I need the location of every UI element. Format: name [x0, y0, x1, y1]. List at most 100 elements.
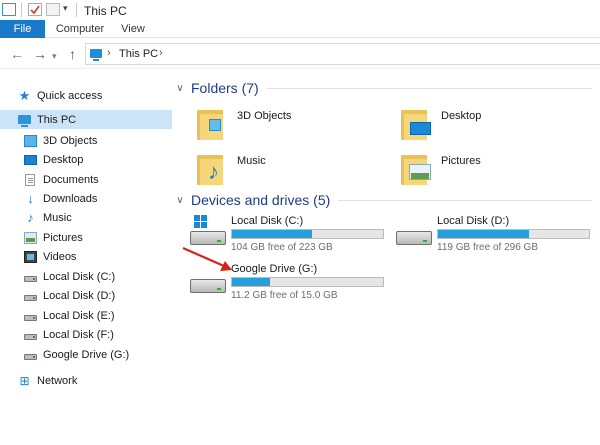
address-bar[interactable]: › This PC › — [85, 43, 600, 65]
sidebar-item-videos[interactable]: Videos — [24, 247, 76, 266]
music-icon: ♪ — [27, 209, 34, 225]
chevron-down-icon[interactable]: ∨ — [172, 83, 188, 94]
drives-group-header[interactable]: ∨ Devices and drives (5) — [172, 191, 592, 209]
group-divider — [338, 199, 592, 201]
drive-usage-fill — [438, 230, 529, 238]
this-pc-icon — [90, 49, 102, 61]
pc-icon — [18, 115, 31, 127]
sidebar-item-label: Documents — [43, 173, 99, 186]
sidebar-item-local-disk-e[interactable]: Local Disk (E:) — [24, 306, 115, 325]
sidebar-item-label: Local Disk (C:) — [43, 270, 116, 283]
folder-label: Music — [237, 155, 266, 167]
title-bar: ▾ This PC — [0, 0, 600, 20]
sidebar-item-this-pc[interactable]: This PC — [0, 110, 172, 129]
drive-name: Local Disk (C:) — [231, 215, 304, 227]
address-path: This PC — [119, 48, 159, 60]
folder-3d-objects-icon — [197, 106, 223, 140]
back-button[interactable]: ← — [10, 47, 24, 61]
sidebar-item-label: Local Disk (E:) — [43, 309, 115, 322]
sidebar-item-label: Music — [43, 211, 72, 224]
sidebar-item-local-disk-d[interactable]: Local Disk (D:) — [24, 286, 115, 305]
drive-icon — [24, 315, 37, 321]
sidebar-item-label: This PC — [37, 113, 77, 126]
download-icon: ↓ — [27, 190, 34, 206]
new-folder-icon[interactable] — [46, 3, 60, 16]
title-separator — [21, 3, 22, 17]
folder-pictures-icon — [401, 151, 431, 185]
sidebar-item-network[interactable]: ⊞ Network — [18, 371, 77, 390]
folder-label: 3D Objects — [237, 110, 292, 122]
forward-button[interactable]: → — [33, 47, 47, 61]
sidebar-item-label: Local Disk (D:) — [43, 289, 116, 302]
up-button[interactable]: ↑ — [69, 47, 76, 61]
content-pane: ∨ Folders (7) 3D Objects Desktop ♪ Music — [172, 70, 600, 445]
chevron-right-icon[interactable]: › — [159, 47, 163, 59]
sidebar-item-local-disk-f[interactable]: Local Disk (F:) — [24, 325, 114, 344]
window-title: This PC — [84, 4, 127, 18]
drive-usage-bar — [437, 229, 590, 239]
sidebar-item-desktop[interactable]: Desktop — [24, 150, 83, 169]
folders-group-header[interactable]: ∨ Folders (7) — [172, 79, 592, 97]
folder-tile-desktop[interactable]: Desktop — [401, 106, 600, 148]
sidebar-item-label: Desktop — [43, 153, 84, 166]
tab-computer[interactable]: Computer — [52, 20, 108, 38]
sidebar-item-label: Videos — [43, 250, 77, 263]
drive-icon — [24, 354, 37, 360]
sidebar-item-label: Local Disk (F:) — [43, 328, 114, 341]
sidebar-item-label: Downloads — [43, 192, 98, 205]
folder-music-icon: ♪ — [197, 151, 223, 185]
sidebar-item-local-disk-c[interactable]: Local Disk (C:) — [24, 267, 115, 286]
drive-usage-fill — [232, 278, 270, 286]
sidebar-item-quick-access[interactable]: ★ Quick access — [18, 86, 103, 105]
drive-name: Google Drive (G:) — [231, 263, 318, 275]
drives-group-title: Devices and drives (5) — [191, 192, 331, 208]
chevron-down-icon[interactable]: ∨ — [172, 195, 188, 206]
title-separator — [76, 3, 77, 17]
folder-label: Pictures — [441, 155, 481, 167]
sidebar-item-label: Google Drive (G:) — [43, 348, 130, 361]
customize-quick-access-icon[interactable]: ▾ — [63, 3, 68, 14]
sidebar-item-downloads[interactable]: ↓ Downloads — [24, 189, 97, 208]
drive-usage-bar — [231, 277, 384, 287]
ribbon-tabs: File Computer View — [0, 20, 600, 38]
drive-free-space: 119 GB free of 296 GB — [437, 242, 538, 253]
properties-check-icon[interactable] — [28, 3, 42, 16]
sidebar-item-label: Pictures — [43, 231, 83, 244]
drive-icon — [24, 276, 37, 282]
document-icon — [25, 173, 35, 186]
video-icon — [24, 250, 37, 263]
drive-name: Local Disk (D:) — [437, 215, 510, 227]
annotation-arrow-icon — [182, 246, 232, 271]
drive-icon — [24, 295, 37, 301]
folders-group-title: Folders (7) — [191, 80, 259, 96]
drive-usage-bar — [231, 229, 384, 239]
sidebar-item-label: 3D Objects — [43, 134, 98, 147]
sidebar-item-google-drive[interactable]: Google Drive (G:) — [24, 345, 129, 364]
folder-tile-music[interactable]: ♪ Music — [197, 151, 397, 193]
explorer-app-icon[interactable] — [2, 3, 16, 16]
folder-tile-pictures[interactable]: Pictures — [401, 151, 600, 193]
desktop-icon — [24, 154, 37, 165]
navigation-pane: ★ Quick access This PC 3D Objects Deskto… — [0, 70, 172, 445]
sidebar-item-3d-objects[interactable]: 3D Objects — [24, 131, 97, 150]
windows-drive-icon — [190, 231, 226, 245]
recent-locations-chevron-icon[interactable]: ▾ — [52, 49, 57, 63]
drive-icon — [396, 231, 432, 245]
windows-logo-icon — [194, 215, 208, 229]
tab-view[interactable]: View — [115, 20, 151, 38]
drive-tile-local-disk-d[interactable]: Local Disk (D:) 119 GB free of 296 GB — [396, 215, 600, 259]
folder-desktop-icon — [401, 106, 431, 140]
sidebar-item-music[interactable]: ♪ Music — [24, 208, 72, 227]
navigation-bar: ← → ▾ ↑ › This PC › — [0, 39, 600, 69]
sidebar-item-pictures[interactable]: Pictures — [24, 228, 83, 247]
tab-file[interactable]: File — [0, 20, 45, 38]
pictures-icon — [24, 231, 37, 244]
network-icon: ⊞ — [19, 373, 30, 388]
sidebar-item-documents[interactable]: Documents — [24, 170, 99, 189]
sidebar-item-label: Quick access — [37, 89, 103, 102]
folder-label: Desktop — [441, 110, 482, 122]
chevron-right-icon[interactable]: › — [107, 47, 111, 59]
folder-tile-3d-objects[interactable]: 3D Objects — [197, 106, 397, 148]
drive-icon — [24, 334, 37, 340]
cube-icon — [24, 134, 37, 147]
